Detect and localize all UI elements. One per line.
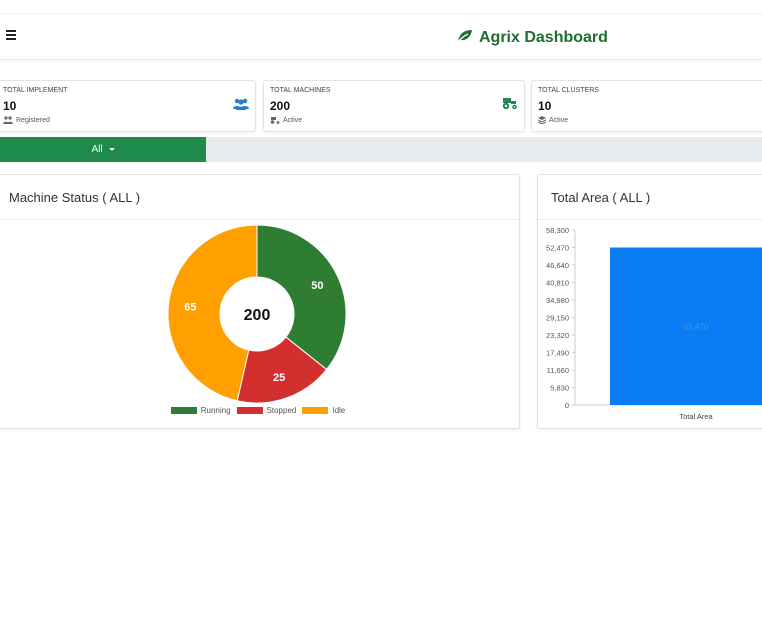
card-total-machines: TOTAL MACHINES 200 Active [263, 80, 525, 132]
x-tick-label: Total Area [679, 412, 713, 421]
leaf-icon [455, 28, 473, 49]
total-area-panel: Total Area ( ALL ) 58,300 52,470 46,640 40,… [537, 174, 762, 429]
y-tick-label: 34,980 [546, 296, 569, 305]
card-total-implement: TOTAL IMPLEMENT 10 Registered [0, 80, 256, 132]
panel-header: Machine Status ( ALL ) [0, 175, 519, 220]
card-value: 200 [270, 99, 291, 113]
legend-swatch [170, 407, 197, 414]
caret-down-icon [108, 148, 115, 151]
filter-selected: All [91, 144, 103, 155]
slice-data-label: 65 [184, 301, 196, 313]
legend-label: Stopped [266, 406, 297, 415]
y-tick-label: 11,660 [547, 366, 569, 375]
bar-data-label: 52,470 [684, 322, 709, 331]
donut-chart: 50 25 65 200 [167, 224, 347, 404]
y-tick-label: 0 [565, 401, 569, 410]
tractor-icon [270, 117, 280, 124]
y-tick-label: 58,300 [546, 226, 569, 235]
filter-bar: All [0, 137, 762, 162]
card-title: TOTAL MACHINES [270, 87, 331, 94]
brand-title: Agrix Dashboard [479, 29, 608, 46]
users-icon [233, 97, 249, 115]
navbar: Agrix Dashboard [0, 14, 762, 60]
panel-header: Total Area ( ALL ) [538, 175, 762, 220]
hamburger-icon[interactable] [6, 28, 18, 44]
layers-icon [538, 116, 546, 124]
users-icon [3, 116, 13, 124]
panel-title: Machine Status ( ALL ) [9, 189, 141, 205]
card-value: 10 [3, 99, 17, 113]
card-footer-text: Active [549, 116, 569, 124]
y-tick-label: 52,470 [546, 244, 569, 253]
donut-center-label: 200 [244, 307, 271, 324]
y-tick-label: 5,830 [550, 384, 569, 393]
card-footer: Active [538, 116, 568, 124]
legend-swatch [236, 407, 263, 414]
card-value: 10 [538, 99, 552, 113]
panel-title: Total Area ( ALL ) [551, 189, 651, 205]
bar-chart: 58,300 52,470 46,640 40,810 34,980 29,150 23,3… [546, 226, 762, 421]
slice-data-label: 50 [311, 280, 323, 292]
card-total-clusters: TOTAL CLUSTERS 10 Active [531, 80, 762, 132]
filter-dropdown[interactable]: All [0, 137, 206, 162]
card-title: TOTAL IMPLEMENT [3, 87, 68, 94]
card-title: TOTAL CLUSTERS [538, 87, 599, 94]
donut-slice-running[interactable] [256, 224, 347, 371]
y-tick-label: 29,150 [546, 314, 569, 323]
legend-item-stopped[interactable]: Stopped [236, 406, 297, 415]
tractor-icon [501, 97, 518, 115]
card-footer-text: Registered [16, 116, 50, 124]
machine-status-panel: Machine Status ( ALL ) 50 25 65 200 Running… [0, 174, 520, 429]
brand[interactable]: Agrix Dashboard [455, 27, 608, 49]
y-tick-label: 40,810 [546, 279, 569, 288]
y-tick-label: 46,640 [546, 261, 569, 270]
legend-item-idle[interactable]: Idle [302, 406, 345, 415]
legend-label: Idle [332, 406, 346, 415]
chart-legend: Running Stopped Idle [0, 406, 519, 415]
y-tick-label: 23,320 [546, 331, 569, 340]
card-footer-text: Active [283, 116, 303, 124]
card-footer: Active [270, 116, 302, 124]
legend-swatch [302, 407, 329, 414]
legend-item-running[interactable]: Running [170, 406, 231, 415]
legend-label: Running [200, 406, 231, 415]
y-tick-label: 17,490 [546, 349, 569, 358]
card-footer: Registered [3, 116, 50, 124]
slice-data-label: 25 [273, 372, 285, 384]
